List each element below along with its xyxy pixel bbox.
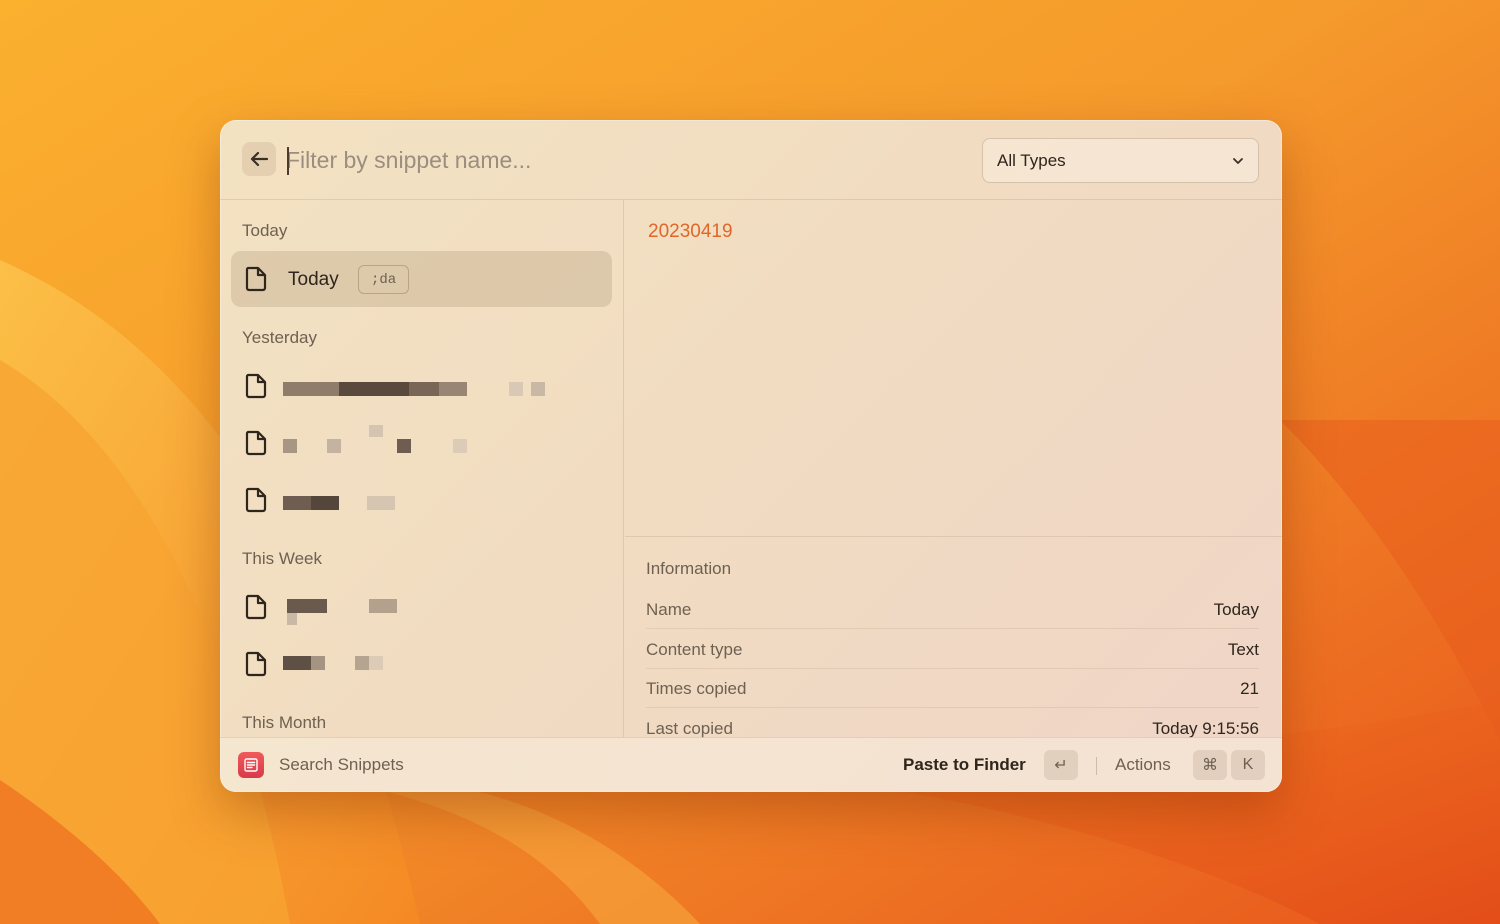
list-item[interactable] xyxy=(231,358,612,414)
text-caret xyxy=(287,147,289,175)
snippets-window: All Types Today Today ;da Yesterday xyxy=(220,120,1282,792)
document-icon xyxy=(245,651,267,677)
snippet-name: Today xyxy=(288,269,339,290)
command-title: Search Snippets xyxy=(279,755,404,774)
info-key: Last copied xyxy=(646,719,733,738)
list-item[interactable] xyxy=(231,636,612,692)
info-row-content-type: Content type Text xyxy=(646,629,1259,669)
list-item[interactable] xyxy=(231,472,612,528)
document-icon xyxy=(245,487,267,513)
document-icon xyxy=(245,266,267,292)
action-bar: Search Snippets Paste to Finder ↵ Action… xyxy=(220,737,1282,792)
section-title-this-month: This Month xyxy=(242,713,327,732)
info-key: Name xyxy=(646,600,692,619)
back-button[interactable] xyxy=(242,142,276,176)
keyword-badge: ;da xyxy=(358,265,410,294)
list-item[interactable] xyxy=(231,579,612,635)
info-value: Today 9:15:56 xyxy=(1152,719,1259,738)
info-value: Today xyxy=(1213,600,1259,619)
command-key-hint: ⌘ xyxy=(1193,750,1227,780)
snippet-content: 20230419 xyxy=(648,221,733,242)
search-input[interactable] xyxy=(286,142,886,178)
snippet-list: Today Today ;da Yesterday This Week This… xyxy=(220,200,624,737)
search-header: All Types xyxy=(220,120,1282,200)
information-heading: Information xyxy=(646,559,732,578)
information-panel: Information Name Today Content type Text… xyxy=(625,536,1282,738)
section-title-this-week: This Week xyxy=(242,549,322,568)
type-filter-label: All Types xyxy=(997,150,1066,170)
document-icon xyxy=(245,373,267,399)
arrow-left-icon xyxy=(250,151,268,167)
info-value: Text xyxy=(1227,640,1259,659)
type-filter-dropdown[interactable]: All Types xyxy=(982,138,1259,183)
document-icon xyxy=(245,430,267,456)
footer-divider xyxy=(1096,757,1097,775)
snippet-preview: 20230419 xyxy=(625,200,1282,536)
list-item[interactable] xyxy=(231,415,612,471)
info-row-name: Name Today xyxy=(646,589,1259,629)
list-item-selected[interactable]: Today ;da xyxy=(231,251,612,307)
k-key-hint: K xyxy=(1231,750,1265,780)
document-icon xyxy=(245,594,267,620)
info-value: 21 xyxy=(1240,679,1259,698)
section-title-today: Today xyxy=(242,221,288,240)
enter-key-hint: ↵ xyxy=(1044,750,1078,780)
actions-button[interactable]: Actions xyxy=(1115,755,1171,775)
info-key: Times copied xyxy=(646,679,747,698)
paste-to-finder-button[interactable]: Paste to Finder xyxy=(903,755,1026,775)
chevron-down-icon xyxy=(1233,157,1243,164)
section-title-yesterday: Yesterday xyxy=(242,328,317,347)
snippets-app-icon xyxy=(238,752,264,778)
info-row-times-copied: Times copied 21 xyxy=(646,668,1259,708)
info-key: Content type xyxy=(646,640,743,659)
